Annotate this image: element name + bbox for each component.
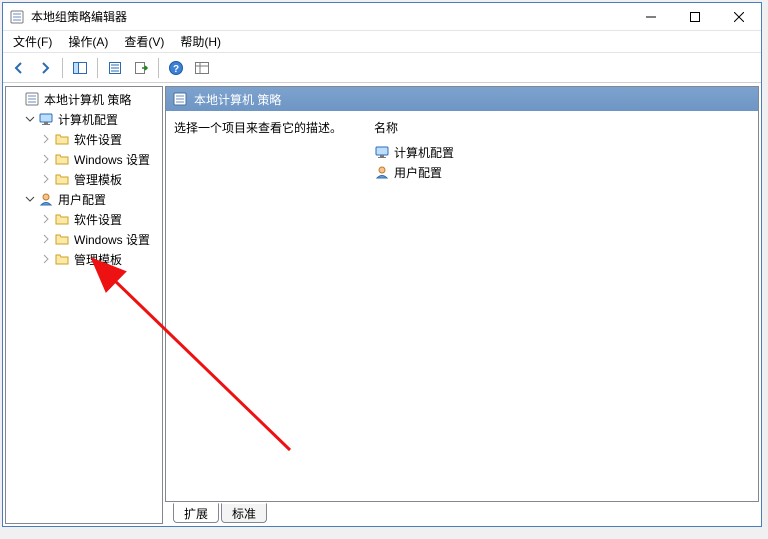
computer-icon bbox=[374, 144, 390, 160]
spacer bbox=[10, 93, 22, 105]
toolbar-divider bbox=[158, 58, 159, 78]
window-controls bbox=[629, 3, 761, 31]
user-icon bbox=[374, 164, 390, 180]
tree-item-label: Windows 设置 bbox=[74, 151, 150, 168]
menu-view[interactable]: 查看(V) bbox=[116, 31, 172, 52]
tree-user-software[interactable]: 软件设置 bbox=[6, 209, 162, 229]
tree-item-label: 软件设置 bbox=[74, 211, 122, 228]
toolbar-divider bbox=[62, 58, 63, 78]
bottom-tabs: 扩展 标准 bbox=[165, 502, 759, 524]
tree-computer-software[interactable]: 软件设置 bbox=[6, 129, 162, 149]
tree-computer-config[interactable]: 计算机配置 bbox=[6, 109, 162, 129]
properties-button[interactable] bbox=[103, 56, 127, 80]
tree-computer-label: 计算机配置 bbox=[58, 111, 118, 128]
tree-item-label: Windows 设置 bbox=[74, 231, 150, 248]
maximize-button[interactable] bbox=[673, 3, 717, 31]
chevron-right-icon[interactable] bbox=[40, 133, 52, 145]
chevron-right-icon[interactable] bbox=[40, 173, 52, 185]
chevron-down-icon[interactable] bbox=[24, 113, 36, 125]
tree-computer-templates[interactable]: 管理模板 bbox=[6, 169, 162, 189]
menu-bar: 文件(F) 操作(A) 查看(V) 帮助(H) bbox=[3, 31, 761, 53]
list-item-label: 计算机配置 bbox=[394, 144, 454, 161]
forward-button[interactable] bbox=[33, 56, 57, 80]
minimize-button[interactable] bbox=[629, 3, 673, 31]
computer-icon bbox=[38, 111, 54, 127]
tree-item-label: 管理模板 bbox=[74, 251, 122, 268]
tree-user-label: 用户配置 bbox=[58, 191, 106, 208]
tree-root-label: 本地计算机 策略 bbox=[44, 91, 131, 108]
tree-item-label: 管理模板 bbox=[74, 171, 122, 188]
tree-pane[interactable]: 本地计算机 策略 计算机配置 软件设置 bbox=[5, 86, 163, 524]
description-column: 选择一个项目来查看它的描述。 bbox=[174, 119, 374, 493]
show-hide-tree-button[interactable] bbox=[68, 56, 92, 80]
tree-user-windows[interactable]: Windows 设置 bbox=[6, 229, 162, 249]
svg-text:?: ? bbox=[173, 64, 179, 75]
chevron-right-icon[interactable] bbox=[40, 233, 52, 245]
menu-action[interactable]: 操作(A) bbox=[60, 31, 116, 52]
menu-help[interactable]: 帮助(H) bbox=[172, 31, 229, 52]
chevron-down-icon[interactable] bbox=[24, 193, 36, 205]
close-button[interactable] bbox=[717, 3, 761, 31]
tree-user-templates[interactable]: 管理模板 bbox=[6, 249, 162, 269]
policy-icon bbox=[172, 91, 188, 107]
menu-file[interactable]: 文件(F) bbox=[5, 31, 60, 52]
folder-icon bbox=[54, 131, 70, 147]
title-bar: 本地组策略编辑器 bbox=[3, 3, 761, 31]
tree-root[interactable]: 本地计算机 策略 bbox=[6, 89, 162, 109]
group-policy-editor-window: 本地组策略编辑器 文件(F) 操作(A) 查看(V) 帮助(H) bbox=[2, 2, 762, 527]
export-button[interactable] bbox=[129, 56, 153, 80]
toolbar-divider bbox=[97, 58, 98, 78]
back-button[interactable] bbox=[7, 56, 31, 80]
item-list: 名称 计算机配置 用户配置 bbox=[374, 119, 750, 493]
chevron-right-icon[interactable] bbox=[40, 213, 52, 225]
tree-user-config[interactable]: 用户配置 bbox=[6, 189, 162, 209]
content-header: 本地计算机 策略 bbox=[166, 87, 758, 111]
description-text: 选择一个项目来查看它的描述。 bbox=[174, 119, 366, 136]
folder-icon bbox=[54, 231, 70, 247]
filter-button[interactable] bbox=[190, 56, 214, 80]
column-header-name[interactable]: 名称 bbox=[374, 119, 750, 136]
help-button[interactable]: ? bbox=[164, 56, 188, 80]
content-area: 本地计算机 策略 选择一个项目来查看它的描述。 名称 计算机配置 bbox=[165, 86, 759, 502]
main-body: 本地计算机 策略 计算机配置 软件设置 bbox=[3, 83, 761, 526]
folder-icon bbox=[54, 251, 70, 267]
details-pane: 本地计算机 策略 选择一个项目来查看它的描述。 名称 计算机配置 bbox=[165, 86, 759, 524]
window-title: 本地组策略编辑器 bbox=[31, 8, 629, 25]
tree-item-label: 软件设置 bbox=[74, 131, 122, 148]
content-header-title: 本地计算机 策略 bbox=[194, 91, 281, 108]
chevron-right-icon[interactable] bbox=[40, 153, 52, 165]
app-icon bbox=[9, 9, 25, 25]
toolbar: ? bbox=[3, 53, 761, 83]
policy-icon bbox=[24, 91, 40, 107]
tab-extended[interactable]: 扩展 bbox=[173, 503, 219, 523]
content-body: 选择一个项目来查看它的描述。 名称 计算机配置 bbox=[166, 111, 758, 501]
list-item-user-config[interactable]: 用户配置 bbox=[374, 162, 750, 182]
tree-computer-windows[interactable]: Windows 设置 bbox=[6, 149, 162, 169]
tab-standard[interactable]: 标准 bbox=[221, 503, 267, 523]
list-item-label: 用户配置 bbox=[394, 164, 442, 181]
folder-icon bbox=[54, 151, 70, 167]
user-icon bbox=[38, 191, 54, 207]
folder-icon bbox=[54, 171, 70, 187]
chevron-right-icon[interactable] bbox=[40, 253, 52, 265]
list-item-computer-config[interactable]: 计算机配置 bbox=[374, 142, 750, 162]
folder-icon bbox=[54, 211, 70, 227]
